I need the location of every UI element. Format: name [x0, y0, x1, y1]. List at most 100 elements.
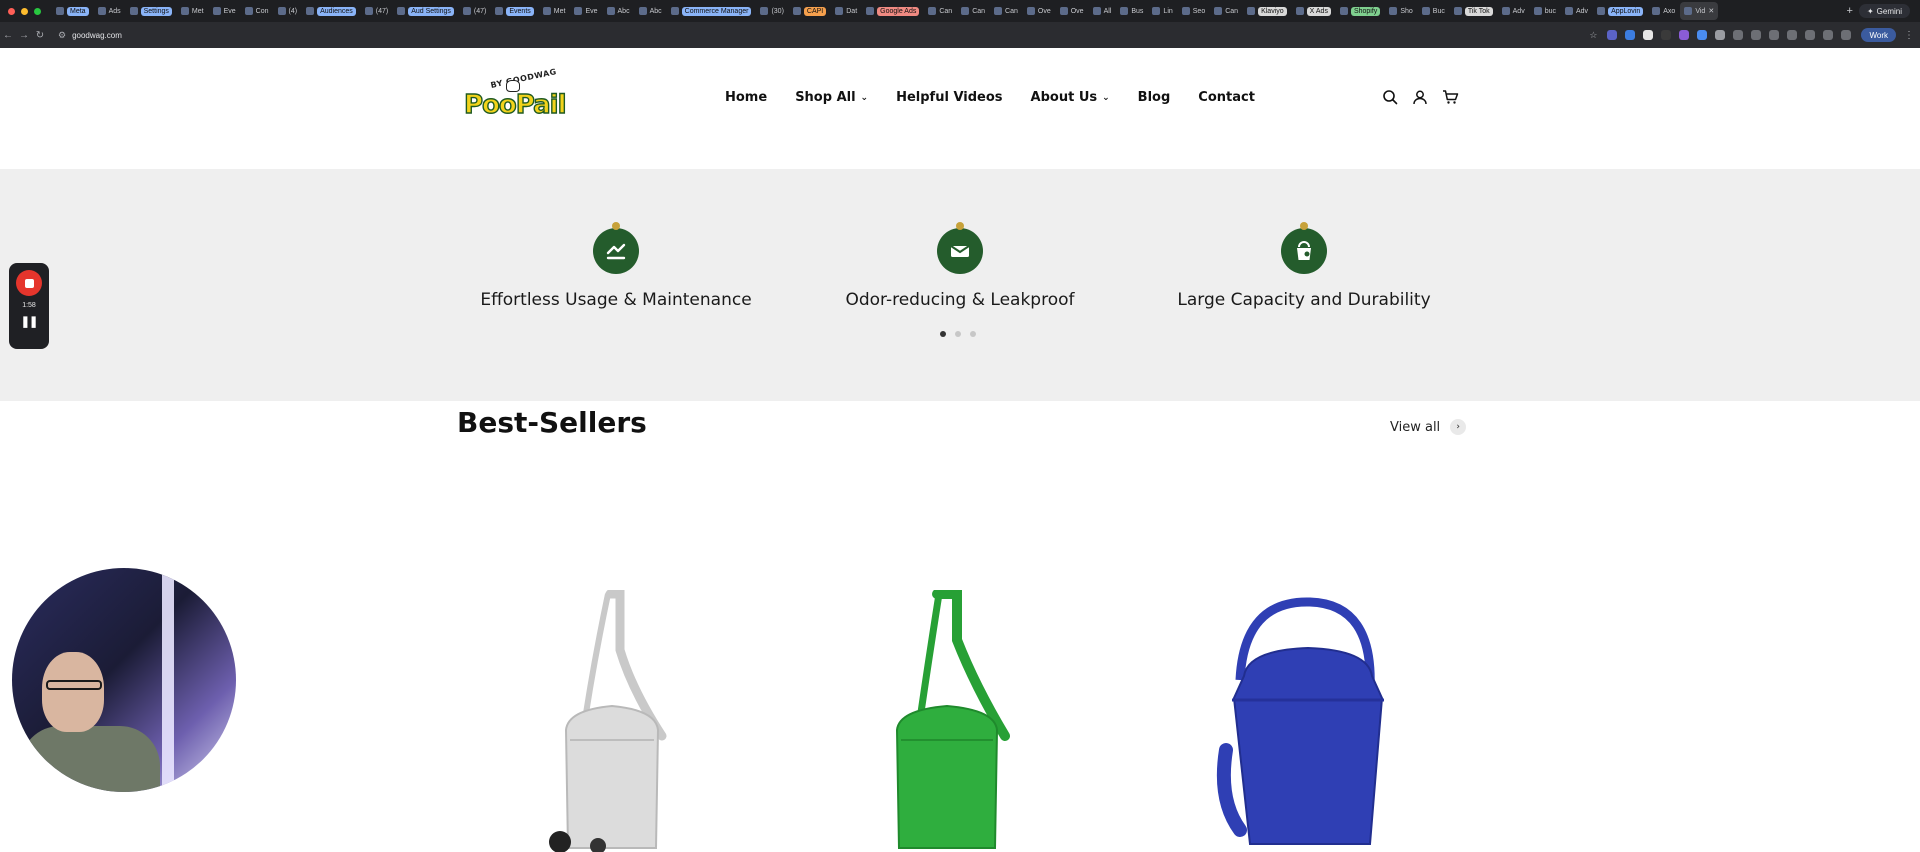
nav-item-helpful-videos[interactable]: Helpful Videos: [896, 90, 1002, 105]
browser-tab[interactable]: Met: [177, 2, 208, 20]
nav-item-about-us[interactable]: About Us ⌄: [1031, 90, 1110, 105]
browser-tab[interactable]: Can: [924, 2, 956, 20]
browser-tab[interactable]: Sho: [1385, 2, 1416, 20]
browser-tab[interactable]: CAPI: [789, 2, 830, 20]
extension-icon[interactable]: [1841, 30, 1852, 40]
extension-icon[interactable]: [1625, 30, 1636, 40]
carousel-dot[interactable]: [955, 331, 961, 337]
browser-tab[interactable]: Shopify: [1336, 2, 1384, 20]
browser-tab[interactable]: Commerce Manager: [667, 2, 756, 20]
browser-tab[interactable]: Abc: [603, 2, 634, 20]
browser-tab[interactable]: buc: [1530, 2, 1560, 20]
extension-icon[interactable]: [1607, 30, 1618, 40]
extension-icon[interactable]: [1643, 30, 1654, 40]
browser-tab[interactable]: X Ads: [1292, 2, 1335, 20]
forward-icon[interactable]: →: [16, 30, 32, 41]
new-tab-button[interactable]: +: [1841, 5, 1859, 17]
browser-tab[interactable]: Can: [1210, 2, 1242, 20]
carousel-dots: [940, 331, 976, 337]
browser-tab[interactable]: Can: [990, 2, 1022, 20]
browser-tab[interactable]: Seo: [1178, 2, 1209, 20]
stop-recording-button[interactable]: [16, 270, 42, 296]
nav-item-contact[interactable]: Contact: [1198, 90, 1255, 105]
browser-tab[interactable]: Adv: [1498, 2, 1529, 20]
background-light: [162, 568, 174, 792]
browser-tab[interactable]: Events: [491, 2, 537, 20]
browser-tab[interactable]: Tik Tok: [1450, 2, 1497, 20]
carousel-dot[interactable]: [940, 331, 946, 337]
webcam-bubble[interactable]: [12, 568, 236, 792]
tab-favicon-icon: [306, 7, 315, 15]
site-info-icon[interactable]: ⚙: [58, 30, 66, 41]
close-window-button[interactable]: [8, 7, 15, 15]
extension-icon[interactable]: [1751, 30, 1762, 40]
browser-tab[interactable]: Settings: [126, 2, 176, 20]
browser-tab[interactable]: All: [1089, 2, 1116, 20]
browser-tab[interactable]: Axo: [1648, 2, 1679, 20]
product-card-white[interactable]: [520, 590, 720, 852]
browser-tab[interactable]: Bus: [1116, 2, 1147, 20]
browser-tab[interactable]: Google Ads: [862, 2, 923, 20]
product-card-green[interactable]: [863, 590, 1063, 852]
nav-item-home[interactable]: Home: [725, 90, 767, 105]
browser-tab[interactable]: Klaviyo: [1243, 2, 1291, 20]
feature-title: Effortless Usage & Maintenance: [480, 290, 752, 310]
product-card-blue[interactable]: [1204, 590, 1404, 852]
browser-tab[interactable]: Aud Settings: [393, 2, 458, 20]
extension-icon[interactable]: [1823, 30, 1834, 40]
browser-tab[interactable]: Eve: [209, 2, 240, 20]
nav-item-blog[interactable]: Blog: [1138, 90, 1171, 105]
browser-tab[interactable]: (30): [756, 2, 787, 20]
browser-tab[interactable]: Vid ✕: [1680, 2, 1719, 20]
extension-icon[interactable]: [1733, 30, 1744, 40]
browser-tab[interactable]: Audiences: [302, 2, 360, 20]
account-icon[interactable]: [1412, 89, 1428, 105]
browser-tab[interactable]: Met: [539, 2, 570, 20]
view-all-link[interactable]: View all ›: [1390, 419, 1467, 435]
maximize-window-button[interactable]: [34, 7, 41, 15]
browser-tab[interactable]: Lin: [1148, 2, 1176, 20]
search-icon[interactable]: [1382, 89, 1398, 105]
browser-tab[interactable]: (4): [274, 2, 302, 20]
download-icon[interactable]: [1769, 30, 1780, 40]
address-bar[interactable]: ⚙ goodwag.com ☆: [58, 26, 1597, 44]
nav-label: Shop All: [795, 90, 856, 105]
poopail-logo[interactable]: BY GOODWAG PooPail: [462, 67, 572, 124]
extension-icon[interactable]: [1787, 30, 1798, 40]
tab-label: Con: [255, 7, 269, 15]
extension-icon[interactable]: [1715, 30, 1726, 40]
browser-tab[interactable]: AppLovin: [1593, 2, 1647, 20]
browser-tab[interactable]: Dat: [831, 2, 861, 20]
tab-favicon-icon: [129, 7, 138, 15]
close-tab-icon[interactable]: ✕: [1708, 7, 1714, 15]
browser-tab[interactable]: Can: [957, 2, 989, 20]
browser-tab[interactable]: Ads: [94, 2, 125, 20]
pause-icon[interactable]: ❚❚: [21, 315, 38, 328]
profile-button[interactable]: Work: [1861, 28, 1896, 42]
browser-tab[interactable]: (47): [459, 2, 490, 20]
carousel-dot[interactable]: [970, 331, 976, 337]
browser-tab[interactable]: (47): [361, 2, 392, 20]
browser-tab[interactable]: Ove: [1056, 2, 1088, 20]
nav-item-shop-all[interactable]: Shop All ⌄: [795, 90, 868, 105]
minimize-window-button[interactable]: [21, 7, 28, 15]
browser-tab[interactable]: Abc: [635, 2, 666, 20]
extension-icon[interactable]: [1805, 30, 1816, 40]
browser-tab[interactable]: Buc: [1418, 2, 1449, 20]
tab-favicon-icon: [180, 7, 189, 15]
browser-tab[interactable]: Eve: [570, 2, 601, 20]
extension-icon[interactable]: [1679, 30, 1690, 40]
browser-tab[interactable]: Ove: [1023, 2, 1055, 20]
tab-label: Can: [1225, 7, 1239, 15]
gemini-button[interactable]: ✦ Gemini: [1858, 4, 1910, 18]
reload-icon[interactable]: ↻: [32, 30, 48, 41]
browser-tab[interactable]: Meta: [52, 2, 93, 20]
cart-icon[interactable]: [1442, 89, 1459, 105]
back-icon[interactable]: ←: [0, 30, 16, 41]
extension-icon[interactable]: [1697, 30, 1708, 40]
browser-tab[interactable]: Con: [241, 2, 273, 20]
bookmark-star-icon[interactable]: ☆: [1589, 30, 1597, 41]
browser-tab[interactable]: Adv: [1561, 2, 1592, 20]
browser-menu-icon[interactable]: ⋮: [1904, 30, 1914, 41]
extension-icon[interactable]: [1661, 30, 1672, 40]
